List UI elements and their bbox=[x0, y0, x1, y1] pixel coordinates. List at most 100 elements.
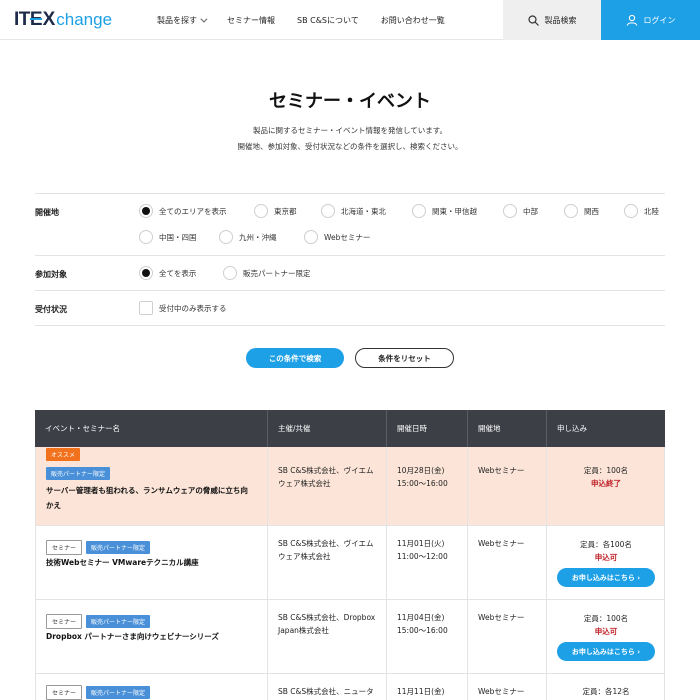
date-text: 11月01日(火) bbox=[397, 539, 445, 548]
partner-only-badge: 販売パートナー限定 bbox=[86, 686, 151, 699]
venue-option-kyushu-okinawa[interactable]: 九州・沖縄 bbox=[219, 230, 277, 244]
venue-option-tokyo[interactable]: 東京都 bbox=[254, 204, 297, 218]
nav-about-sbcs[interactable]: SB C&Sについて bbox=[297, 15, 359, 26]
venue-option-web[interactable]: Webセミナー bbox=[304, 230, 370, 244]
option-label: 北海道・東北 bbox=[341, 206, 386, 216]
event-name-cell: セミナー 販売パートナー限定 Dropbox パートナーさま向けウェビナーシリーズ bbox=[35, 600, 268, 673]
apply-button-label: お申し込みはこちら bbox=[571, 647, 635, 656]
filter-target-label: 参加対象 bbox=[35, 270, 67, 279]
option-label: 東京都 bbox=[274, 206, 297, 216]
table-row: セミナー 販売パートナー限定 技術Webセミナー VMwareテクニカル講座 SB… bbox=[35, 526, 665, 600]
filter-status-row: 受付状況 受付中のみ表示する bbox=[35, 290, 665, 326]
venue-option-all[interactable]: 全てのエリアを表示 bbox=[139, 204, 227, 218]
apply-button[interactable]: お申し込みはこちら › bbox=[557, 642, 655, 661]
host-text: SB C&S株式会社、ヴイエム bbox=[278, 466, 374, 475]
partner-only-badge: 販売パートナー限定 bbox=[86, 615, 151, 628]
host-text: SB C&S株式会社、Dropbox bbox=[278, 613, 376, 622]
event-title-line: かえ bbox=[46, 501, 61, 510]
radio-selected-icon bbox=[139, 204, 153, 218]
chevron-right-icon: › bbox=[637, 573, 641, 582]
host-text: SB C&S株式会社、ニュータ bbox=[278, 687, 374, 696]
place-text: Webセミナー bbox=[478, 539, 525, 548]
host-text: ウェア株式会社 bbox=[278, 552, 331, 561]
time-text: 15:00〜16:00 bbox=[397, 479, 448, 488]
page-title: セミナー・イベント bbox=[269, 91, 431, 112]
recommended-badge: オススメ bbox=[46, 448, 81, 461]
host-cell: SB C&S株式会社、ヴイエム ウェア株式会社 bbox=[268, 526, 387, 599]
radio-selected-icon bbox=[139, 266, 153, 280]
search-button[interactable]: この条件で検索 bbox=[246, 348, 344, 368]
event-title-link[interactable]: Dropbox パートナーさま向けウェビナーシリーズ bbox=[46, 629, 219, 644]
event-title-link[interactable]: サーバー管理者も狙われる、ランサムウェアの脅威に立ち向 かえ bbox=[46, 483, 261, 513]
date-cell: 10月28日(金) 15:00〜16:00 bbox=[387, 447, 468, 525]
seminar-badge: セミナー bbox=[46, 614, 83, 629]
option-label: 受付中のみ表示する bbox=[159, 303, 227, 313]
partner-only-badge: 販売パートナー限定 bbox=[46, 467, 111, 480]
target-option-all[interactable]: 全てを表示 bbox=[139, 266, 196, 280]
login-label: ログイン bbox=[643, 15, 676, 25]
apply-cell: 定員：各12名 bbox=[547, 674, 665, 700]
status-open: 申込可 bbox=[594, 553, 618, 562]
nav-seminar-info[interactable]: セミナー情報 bbox=[227, 15, 275, 26]
apply-button[interactable]: お申し込みはこちら › bbox=[557, 568, 655, 587]
date-text: 11月11日(金) bbox=[397, 687, 445, 696]
nav-label: SB C&Sについて bbox=[297, 16, 359, 25]
radio-icon bbox=[219, 230, 233, 244]
option-label: 九州・沖縄 bbox=[239, 232, 277, 242]
product-search-button[interactable]: 製品検索 bbox=[503, 0, 601, 40]
col-date: 開催日時 bbox=[387, 410, 468, 447]
venue-option-chubu[interactable]: 中部 bbox=[503, 204, 538, 218]
logo-change: change bbox=[56, 10, 113, 29]
option-label: 関西 bbox=[584, 206, 599, 216]
user-icon bbox=[626, 14, 637, 26]
status-open: 申込可 bbox=[594, 627, 618, 636]
seminar-badge: セミナー bbox=[46, 540, 83, 555]
radio-icon bbox=[254, 204, 268, 218]
venue-option-hokkaido-tohoku[interactable]: 北海道・東北 bbox=[321, 204, 386, 218]
nav-label: セミナー情報 bbox=[227, 16, 275, 25]
table-row: オススメ 販売パートナー限定 サーバー管理者も狙われる、ランサムウェアの脅威に立… bbox=[35, 447, 665, 526]
date-cell: 11月04日(金) 15:00〜16:00 bbox=[387, 600, 468, 673]
nav-inquiry-list[interactable]: お問い合わせ一覧 bbox=[381, 15, 445, 26]
venue-option-kanto[interactable]: 関東・甲信越 bbox=[412, 204, 477, 218]
page-description-line1: 製品に関するセミナー・イベント情報を発信しています。 bbox=[252, 126, 448, 135]
radio-icon bbox=[139, 230, 153, 244]
nav-label: 製品を探す bbox=[157, 16, 197, 25]
target-option-partner[interactable]: 販売パートナー限定 bbox=[223, 266, 311, 280]
venue-option-chugoku-shikoku[interactable]: 中国・四国 bbox=[139, 230, 197, 244]
place-cell: Webセミナー bbox=[468, 447, 547, 525]
date-cell: 11月01日(火) 11:00〜12:00 bbox=[387, 526, 468, 599]
option-label: 中国・四国 bbox=[159, 232, 197, 242]
time-text: 11:00〜12:00 bbox=[397, 552, 448, 561]
place-text: Webセミナー bbox=[478, 613, 525, 622]
logo-it: IT bbox=[14, 9, 30, 30]
nav-product-search[interactable]: 製品を探す bbox=[157, 15, 208, 26]
radio-icon bbox=[304, 230, 318, 244]
capacity-text: 定員：各100名 bbox=[580, 540, 632, 549]
apply-cell: 定員：100名 申込可 お申し込みはこちら › bbox=[547, 600, 665, 673]
itexchange-logo[interactable]: IT EX change bbox=[14, 9, 112, 31]
nav-label: お問い合わせ一覧 bbox=[380, 16, 445, 25]
venue-option-kansai[interactable]: 関西 bbox=[564, 204, 599, 218]
option-label: 北陸 bbox=[644, 206, 659, 216]
login-button[interactable]: ログイン bbox=[601, 0, 700, 40]
capacity-text: 定員：100名 bbox=[583, 466, 629, 475]
site-header: IT EX change 製品を探す セミナー情報 SB C&Sについて お問い合わ… bbox=[0, 0, 700, 40]
apply-cell: 定員：100名 申込終了 bbox=[547, 447, 665, 525]
host-text: ウェア株式会社 bbox=[278, 479, 331, 488]
event-name-cell: セミナー 販売パートナー限定 bbox=[35, 674, 268, 700]
event-title-link[interactable]: 技術Webセミナー VMwareテクニカル講座 bbox=[46, 555, 199, 570]
option-label: 全てのエリアを表示 bbox=[159, 206, 227, 216]
venue-option-hokuriku[interactable]: 北陸 bbox=[624, 204, 659, 218]
seminar-badge: セミナー bbox=[46, 685, 83, 700]
reset-button[interactable]: 条件をリセット bbox=[355, 348, 454, 368]
place-cell: Webセミナー bbox=[468, 526, 547, 599]
host-text: Japan株式会社 bbox=[278, 626, 329, 635]
col-apply: 申し込み bbox=[557, 424, 587, 433]
partner-only-badge: 販売パートナー限定 bbox=[86, 541, 151, 554]
option-label: 全てを表示 bbox=[159, 268, 197, 278]
date-cell: 11月11日(金) bbox=[387, 674, 468, 700]
radio-icon bbox=[412, 204, 426, 218]
status-accepting-only-checkbox[interactable]: 受付中のみ表示する bbox=[139, 301, 227, 315]
radio-icon bbox=[223, 266, 237, 280]
